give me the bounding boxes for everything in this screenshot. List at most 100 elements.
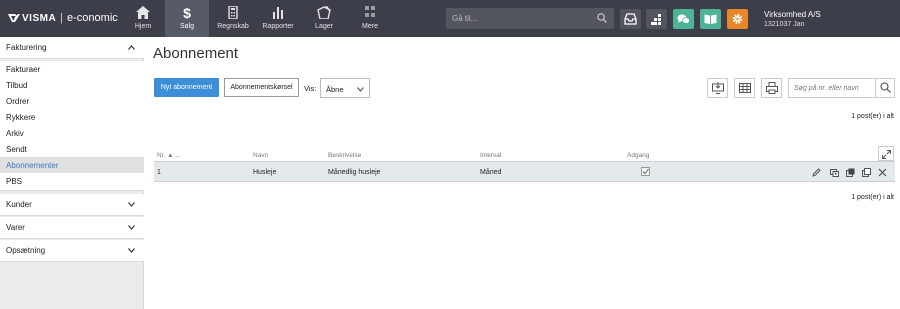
nav-mere-label: Mere <box>362 23 378 30</box>
nav-hjem-label: Hjem <box>134 23 152 30</box>
bar-chart-icon <box>273 7 283 19</box>
sidebar-item-abonnementer[interactable]: Abonnementer <box>0 157 144 173</box>
chat-icon <box>677 14 690 24</box>
sidebar-item-label: PBS <box>6 177 23 186</box>
delete-icon[interactable] <box>878 168 887 177</box>
visma-logo: VISMA <box>8 13 56 24</box>
col-interval[interactable]: Interval <box>480 152 501 159</box>
nav-regnskab-label: Regnskab <box>217 23 249 30</box>
columns-button[interactable] <box>734 78 755 98</box>
nav-rapporter-label: Rapporter <box>262 23 294 30</box>
sidebar-item-pbs[interactable]: PBS <box>0 173 144 191</box>
global-search-input[interactable]: Gå til... <box>446 8 614 29</box>
sidebar-item-rykkere[interactable]: Rykkere <box>0 109 144 125</box>
sidebar-section-varer[interactable]: Varer <box>0 217 144 239</box>
gear-icon <box>732 14 743 24</box>
new-subscription-button[interactable]: Nyt abonnement <box>154 78 219 97</box>
nav-salg-label: Salg <box>179 23 194 30</box>
nav-regnskab[interactable]: Regnskab <box>211 0 255 37</box>
copy-icon[interactable] <box>862 168 871 177</box>
sidebar: Fakturering Fakturaer Tilbud Ordrer Rykk… <box>0 37 144 309</box>
global-search-placeholder: Gå til... <box>452 14 478 23</box>
nav-rapporter[interactable]: Rapporter <box>256 0 300 37</box>
inbox-icon <box>624 13 637 25</box>
chevron-down-icon <box>128 202 135 207</box>
subscribers-icon[interactable] <box>830 168 839 177</box>
sidebar-section-kunder[interactable]: Kunder <box>0 194 144 216</box>
grid-search-button[interactable] <box>875 79 894 97</box>
record-count-bottom: 1 post(er) i alt <box>851 194 894 201</box>
settings-button[interactable] <box>727 9 748 29</box>
nav-mere[interactable]: Mere <box>348 0 392 37</box>
nav-hjem[interactable]: Hjem <box>121 0 165 37</box>
sort-ascending-indicator: ▲ ... <box>167 152 181 159</box>
company-user: 1321037 Jan <box>764 21 805 28</box>
cell-beskrivelse: Månedlig husleje <box>328 169 381 176</box>
chat-button[interactable] <box>673 9 694 29</box>
record-count-top: 1 post(er) i alt <box>851 113 894 120</box>
sidebar-item-arkiv[interactable]: Arkiv <box>0 125 144 141</box>
grid-search-placeholder: Søg på nr. eller navn <box>794 85 859 92</box>
vis-select-value: Åbne <box>326 85 344 94</box>
company-name: Virksomhed A/S <box>764 10 821 19</box>
print-button[interactable] <box>761 78 782 98</box>
sidebar-item-sendt[interactable]: Sendt <box>0 141 144 157</box>
cell-interval: Måned <box>480 169 502 176</box>
grid-search-input[interactable]: Søg på nr. eller navn <box>788 78 895 98</box>
subscription-run-button[interactable]: Abonnementskørsel <box>224 78 299 97</box>
home-icon <box>136 6 150 19</box>
hanger-icon <box>317 6 331 19</box>
apps-button[interactable] <box>646 9 667 29</box>
help-book-button[interactable] <box>700 9 721 29</box>
book-icon <box>704 14 717 24</box>
top-bar: VISMA | e-conomic Hjem $ Salg Regnskab R… <box>0 0 900 37</box>
sidebar-section-fakturering[interactable]: Fakturering <box>0 37 144 59</box>
expand-icon <box>882 150 891 159</box>
nav-salg[interactable]: $ Salg <box>165 0 209 37</box>
brand-logo[interactable]: VISMA | e-conomic <box>8 11 118 25</box>
table-row[interactable]: 1 Husleje Månedlig husleje Måned <box>154 162 895 182</box>
dollar-icon: $ <box>183 6 191 19</box>
apps-icon <box>651 14 661 25</box>
sidebar-item-tilbud[interactable]: Tilbud <box>0 77 144 93</box>
sidebar-section-label: Varer <box>6 223 25 232</box>
sidebar-item-label: Tilbud <box>6 81 28 90</box>
col-nr[interactable]: Nr. ▲ ... <box>157 152 181 159</box>
sidebar-section-opsaetning[interactable]: Opsætning <box>0 240 144 262</box>
cell-adgang-checkbox <box>641 167 650 176</box>
col-nr-label: Nr. <box>157 152 166 159</box>
col-adgang[interactable]: Adgang <box>627 152 649 159</box>
sidebar-item-label: Sendt <box>6 145 27 154</box>
visma-mark-icon <box>8 14 20 22</box>
table-header: Nr. ▲ ... Navn Beskrivelse Interval Adga… <box>154 146 895 162</box>
col-navn[interactable]: Navn <box>253 152 268 159</box>
chevron-up-icon <box>128 45 135 50</box>
cell-navn: Husleje <box>253 169 277 176</box>
sidebar-section-label: Opsætning <box>6 246 46 255</box>
nav-lager-label: Lager <box>315 23 333 30</box>
printer-icon <box>766 82 778 94</box>
expand-button[interactable] <box>878 146 894 161</box>
sidebar-item-label: Fakturaer <box>6 65 41 74</box>
sidebar-item-fakturaer[interactable]: Fakturaer <box>0 61 144 77</box>
duplicate-icon[interactable] <box>846 168 855 177</box>
chevron-down-icon <box>357 87 364 92</box>
visma-wordmark: VISMA <box>22 12 57 24</box>
sidebar-item-label: Ordrer <box>6 97 30 106</box>
vis-select[interactable]: Åbne <box>320 78 370 98</box>
calculator-icon <box>228 6 238 19</box>
search-icon[interactable] <box>597 13 607 23</box>
export-button[interactable] <box>707 78 728 98</box>
sidebar-item-ordrer[interactable]: Ordrer <box>0 93 144 109</box>
edit-icon[interactable] <box>812 168 821 177</box>
chevron-down-icon <box>128 225 135 230</box>
nav-lager[interactable]: Lager <box>302 0 346 37</box>
check-icon <box>642 168 649 175</box>
col-beskrivelse[interactable]: Beskrivelse <box>328 152 361 159</box>
company-info[interactable]: Virksomhed A/S 1321037 Jan <box>764 10 821 30</box>
chevron-down-icon <box>128 248 135 253</box>
grid-icon <box>365 6 375 17</box>
inbox-button[interactable] <box>620 9 641 29</box>
search-icon <box>880 82 891 93</box>
sidebar-item-label: Rykkere <box>6 113 36 122</box>
